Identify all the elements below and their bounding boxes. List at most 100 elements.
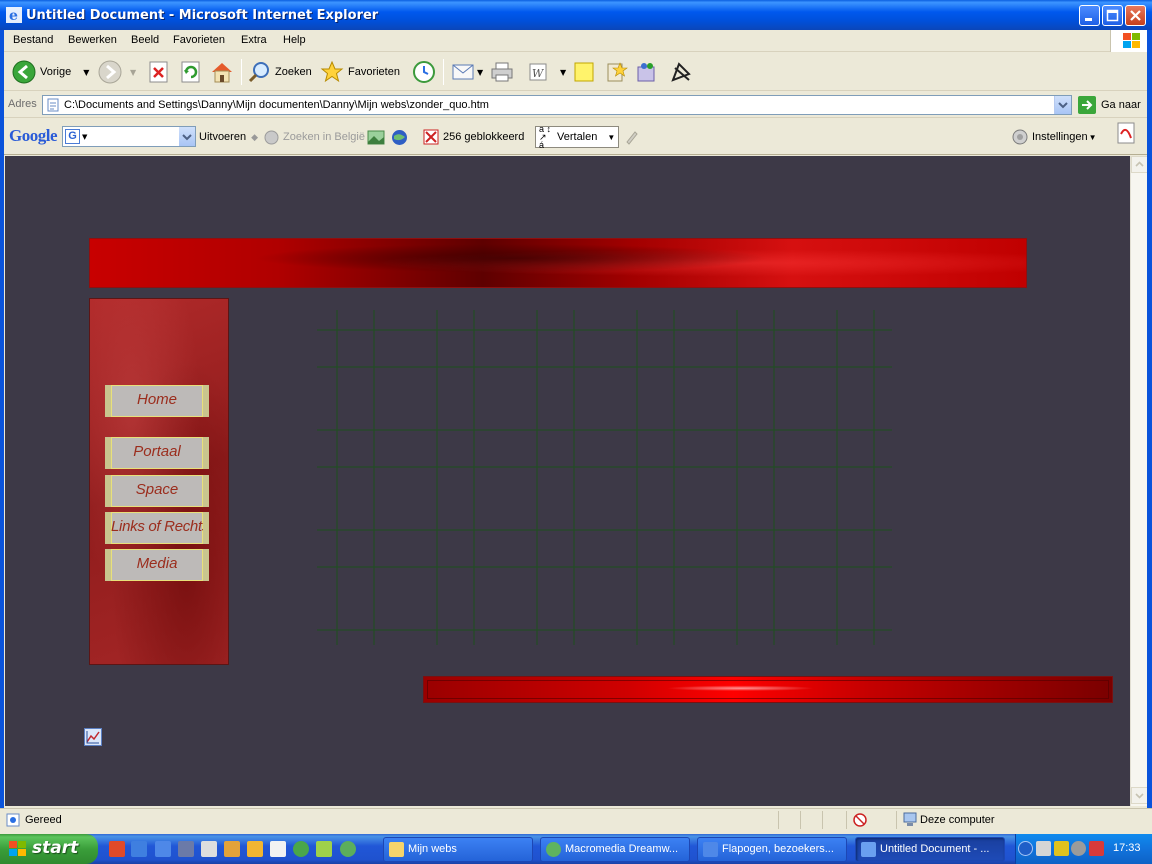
title-bar[interactable]: e Untitled Document - Microsoft Internet… (0, 0, 1152, 30)
line-chart-icon (86, 731, 100, 744)
google-search-button[interactable]: Uitvoeren ◆ (199, 127, 258, 147)
google-history-dropdown[interactable] (179, 127, 195, 146)
nav-space-button[interactable]: Space (105, 475, 209, 507)
tool-button[interactable] (669, 59, 693, 85)
quicklaunch-word-icon[interactable] (270, 841, 286, 857)
back-button[interactable]: Vorige ▼ (12, 59, 89, 85)
image-search-button[interactable] (367, 127, 385, 147)
print-button[interactable] (490, 59, 514, 85)
home-button[interactable] (210, 59, 234, 85)
popup-blocker-button[interactable]: 256 geblokkeerd (423, 127, 524, 147)
window-border-left (0, 30, 4, 810)
go-button[interactable]: Ga naar (1078, 96, 1141, 114)
task-mijn-webs[interactable]: Mijn webs (383, 837, 533, 862)
address-dropdown-button[interactable] (1054, 96, 1071, 114)
search-belgium-button[interactable]: Zoeken in België (264, 127, 365, 147)
nav-media-button[interactable]: Media (105, 549, 209, 581)
start-button[interactable]: start (0, 834, 98, 864)
folder-icon (389, 842, 404, 857)
google-search-input[interactable]: G ▼ (62, 126, 196, 147)
quicklaunch-browser-icon[interactable] (340, 841, 356, 857)
engine-dropdown-icon[interactable]: ▼ (82, 133, 87, 141)
mail-button[interactable]: ▼ (451, 59, 483, 85)
chart-icon[interactable] (84, 728, 102, 746)
page-status-icon (6, 813, 20, 827)
menu-bewerken[interactable]: Bewerken (68, 34, 117, 46)
pdf-button[interactable] (1114, 122, 1138, 144)
discuss-button[interactable] (573, 59, 595, 85)
tray-app-icon[interactable] (1054, 841, 1069, 856)
vertical-scrollbar[interactable] (1130, 156, 1148, 806)
tray-volume-icon[interactable] (1071, 841, 1086, 856)
address-input[interactable]: C:\Documents and Settings\Danny\Mijn doc… (42, 95, 1072, 115)
menu-favorieten[interactable]: Favorieten (173, 34, 225, 46)
page-viewport: Home Portaal Space Links of Rechts Media (5, 156, 1130, 806)
favorites-button[interactable]: Favorieten (320, 59, 400, 85)
window-border-right (1147, 30, 1152, 810)
task-flapogen[interactable]: Flapogen, bezoekers... (697, 837, 847, 862)
quicklaunch-outlook-icon[interactable] (155, 841, 171, 857)
clock: 17:33 (1113, 842, 1141, 854)
settings-label: Instellingen (1032, 131, 1088, 143)
task-untitled-document[interactable]: Untitled Document - ... (855, 837, 1005, 862)
history-button[interactable] (412, 59, 436, 85)
earth-button[interactable] (391, 127, 408, 147)
google-logo[interactable]: Google (9, 126, 58, 146)
search-button[interactable]: Zoeken (247, 59, 312, 85)
nav-home-button[interactable]: Home (105, 385, 209, 417)
mail-icon (452, 64, 474, 80)
menu-help[interactable]: Help (283, 34, 306, 46)
search-label: Zoeken (275, 66, 312, 78)
close-button[interactable] (1125, 5, 1146, 26)
search-belgium-label: Zoeken in België (283, 131, 365, 143)
forward-button[interactable]: ▼ (98, 59, 136, 85)
nav-links-of-rechts-button[interactable]: Links of Rechts (105, 512, 209, 544)
refresh-icon (181, 61, 200, 83)
quicklaunch-ie-icon[interactable] (131, 841, 147, 857)
html-page-icon (47, 98, 59, 112)
quicklaunch-dreamweaver-icon[interactable] (293, 841, 309, 857)
forward-dropdown-icon[interactable]: ▼ (130, 68, 136, 77)
quicklaunch-notepad-icon[interactable] (201, 841, 217, 857)
nav-portaal-button[interactable]: Portaal (105, 437, 209, 469)
favorites-label: Favorieten (348, 66, 400, 78)
translate-dropdown[interactable]: a ↕ ↗ á Vertalen ▼ (535, 125, 619, 150)
menu-beeld[interactable]: Beeld (131, 34, 159, 46)
edit-dropdown-icon[interactable]: ▼ (560, 68, 566, 77)
tray-expand-icon[interactable] (1018, 841, 1033, 856)
address-bar: Adres C:\Documents and Settings\Danny\Mi… (0, 92, 1152, 118)
chevron-down-icon (1058, 102, 1068, 109)
menu-extra[interactable]: Extra (241, 34, 267, 46)
task-label: Flapogen, bezoekers... (722, 843, 834, 855)
scroll-down-button[interactable] (1131, 787, 1148, 804)
minimize-button[interactable] (1079, 5, 1100, 26)
back-dropdown-icon[interactable]: ▼ (83, 68, 89, 77)
back-arrow-icon (12, 60, 36, 84)
layout-grid (317, 310, 892, 645)
chevron-down-icon (182, 134, 192, 141)
tray-security-icon[interactable] (1089, 841, 1104, 856)
highlight-button[interactable] (624, 127, 640, 147)
scroll-up-button[interactable] (1131, 156, 1148, 173)
svg-text:W: W (532, 67, 545, 80)
quicklaunch-desktop-icon[interactable] (178, 841, 194, 857)
tray-network-icon[interactable] (1036, 841, 1051, 856)
maximize-button[interactable] (1102, 5, 1123, 26)
popup-status[interactable] (846, 811, 896, 829)
refresh-button[interactable] (180, 59, 202, 85)
quicklaunch-plane-icon[interactable] (224, 841, 240, 857)
menu-bestand[interactable]: Bestand (13, 34, 53, 46)
task-dreamweaver[interactable]: Macromedia Dreamw... (540, 837, 690, 862)
separator-icon: ◆ (251, 131, 258, 142)
quicklaunch-opera-icon[interactable] (109, 841, 125, 857)
edit-word-button[interactable]: W ▼ (528, 59, 566, 85)
messenger-button[interactable] (636, 59, 658, 85)
stop-button[interactable] (148, 59, 170, 85)
mail-dropdown-icon[interactable]: ▼ (477, 68, 483, 77)
settings-button[interactable]: Instellingen ▼ (1012, 127, 1097, 147)
home-icon (212, 63, 232, 83)
quicklaunch-clock-icon[interactable] (247, 841, 263, 857)
quicklaunch-winamp-icon[interactable] (316, 841, 332, 857)
add-favorite-button[interactable] (606, 59, 628, 85)
popups-blocked-label: 256 geblokkeerd (443, 131, 525, 143)
